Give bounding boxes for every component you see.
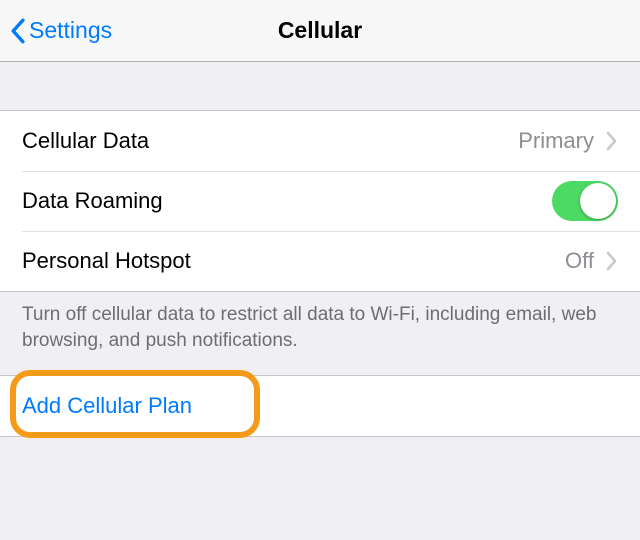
back-label: Settings [29, 17, 112, 44]
row-label: Personal Hotspot [22, 248, 565, 274]
group-footer-note: Turn off cellular data to restrict all d… [0, 292, 640, 353]
back-button[interactable]: Settings [10, 17, 112, 44]
settings-group-add-plan: Add Cellular Plan [0, 375, 640, 437]
chevron-left-icon [10, 18, 25, 44]
row-add-cellular-plan[interactable]: Add Cellular Plan [0, 376, 640, 436]
chevron-right-icon [606, 251, 618, 271]
nav-bar: Settings Cellular [0, 0, 640, 62]
row-label: Cellular Data [22, 128, 518, 154]
row-personal-hotspot[interactable]: Personal Hotspot Off [0, 231, 640, 291]
row-label: Data Roaming [22, 188, 552, 214]
settings-group-main: Cellular Data Primary Data Roaming Perso… [0, 110, 640, 292]
toggle-data-roaming[interactable] [552, 181, 618, 221]
row-cellular-data[interactable]: Cellular Data Primary [0, 111, 640, 171]
chevron-right-icon [606, 131, 618, 151]
section-spacer [0, 62, 640, 110]
row-value: Off [565, 248, 594, 274]
section-spacer [0, 353, 640, 375]
page-title: Cellular [278, 17, 362, 44]
row-value: Primary [518, 128, 594, 154]
row-data-roaming[interactable]: Data Roaming [0, 171, 640, 231]
row-label: Add Cellular Plan [22, 393, 618, 419]
